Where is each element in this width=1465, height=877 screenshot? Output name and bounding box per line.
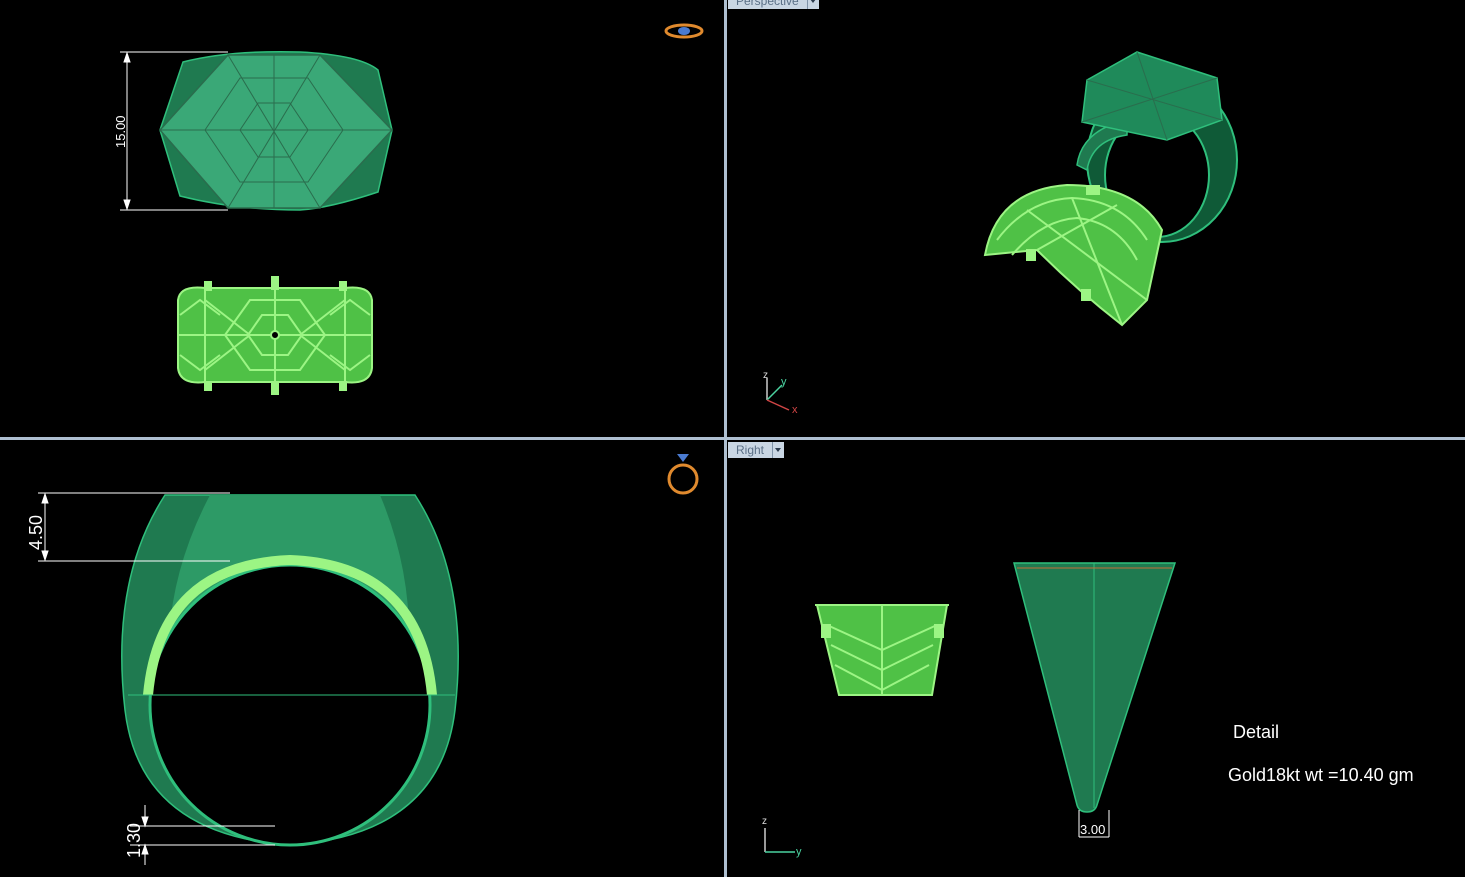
viewport-top[interactable]: 15.00 (0, 0, 724, 437)
ring-front-icon[interactable] (667, 454, 699, 495)
axis-y-label: y (796, 846, 802, 858)
detail-title: Detail (1233, 722, 1280, 742)
detail-weight: Gold18kt wt =10.40 gm (1228, 765, 1414, 785)
ring-right-body (1013, 562, 1177, 813)
axis-gizmo-right: z y (762, 816, 802, 858)
top-view-canvas: 15.00 (113, 23, 704, 395)
viewport-perspective[interactable]: Perspective z y x (727, 0, 1465, 437)
wireframe-perspective (983, 183, 1164, 327)
ring-top-body (158, 50, 394, 211)
axis-z-label: z (763, 370, 768, 381)
wireframe-top (177, 276, 373, 395)
right-view-canvas: 3.00 z y (762, 562, 1177, 858)
axis-gizmo-perspective: z y x (763, 370, 798, 416)
wireframe-right (815, 604, 949, 696)
dimension-label-width: 15.00 (113, 115, 128, 148)
viewport-divider-horizontal[interactable] (0, 437, 1465, 440)
dimension-label-front-top: 4.50 (26, 515, 46, 550)
ring-front-body (121, 494, 459, 847)
axis-x-label: x (792, 404, 798, 416)
perspective-canvas: z y x (763, 51, 1238, 416)
front-view-canvas: 4.50 1.30 (26, 454, 699, 865)
dimension-label-front-bottom: 1.30 (124, 823, 144, 858)
ring-top-icon[interactable] (664, 23, 704, 39)
axis-y-label: y (781, 376, 787, 388)
viewport-front[interactable]: 4.50 1.30 (0, 440, 724, 877)
viewport-right[interactable]: Right 3.00 z y Detail Gold18kt wt =10.40… (727, 440, 1465, 877)
dimension-label-right-bottom: 3.00 (1080, 822, 1105, 837)
axis-z-label: z (762, 816, 767, 827)
